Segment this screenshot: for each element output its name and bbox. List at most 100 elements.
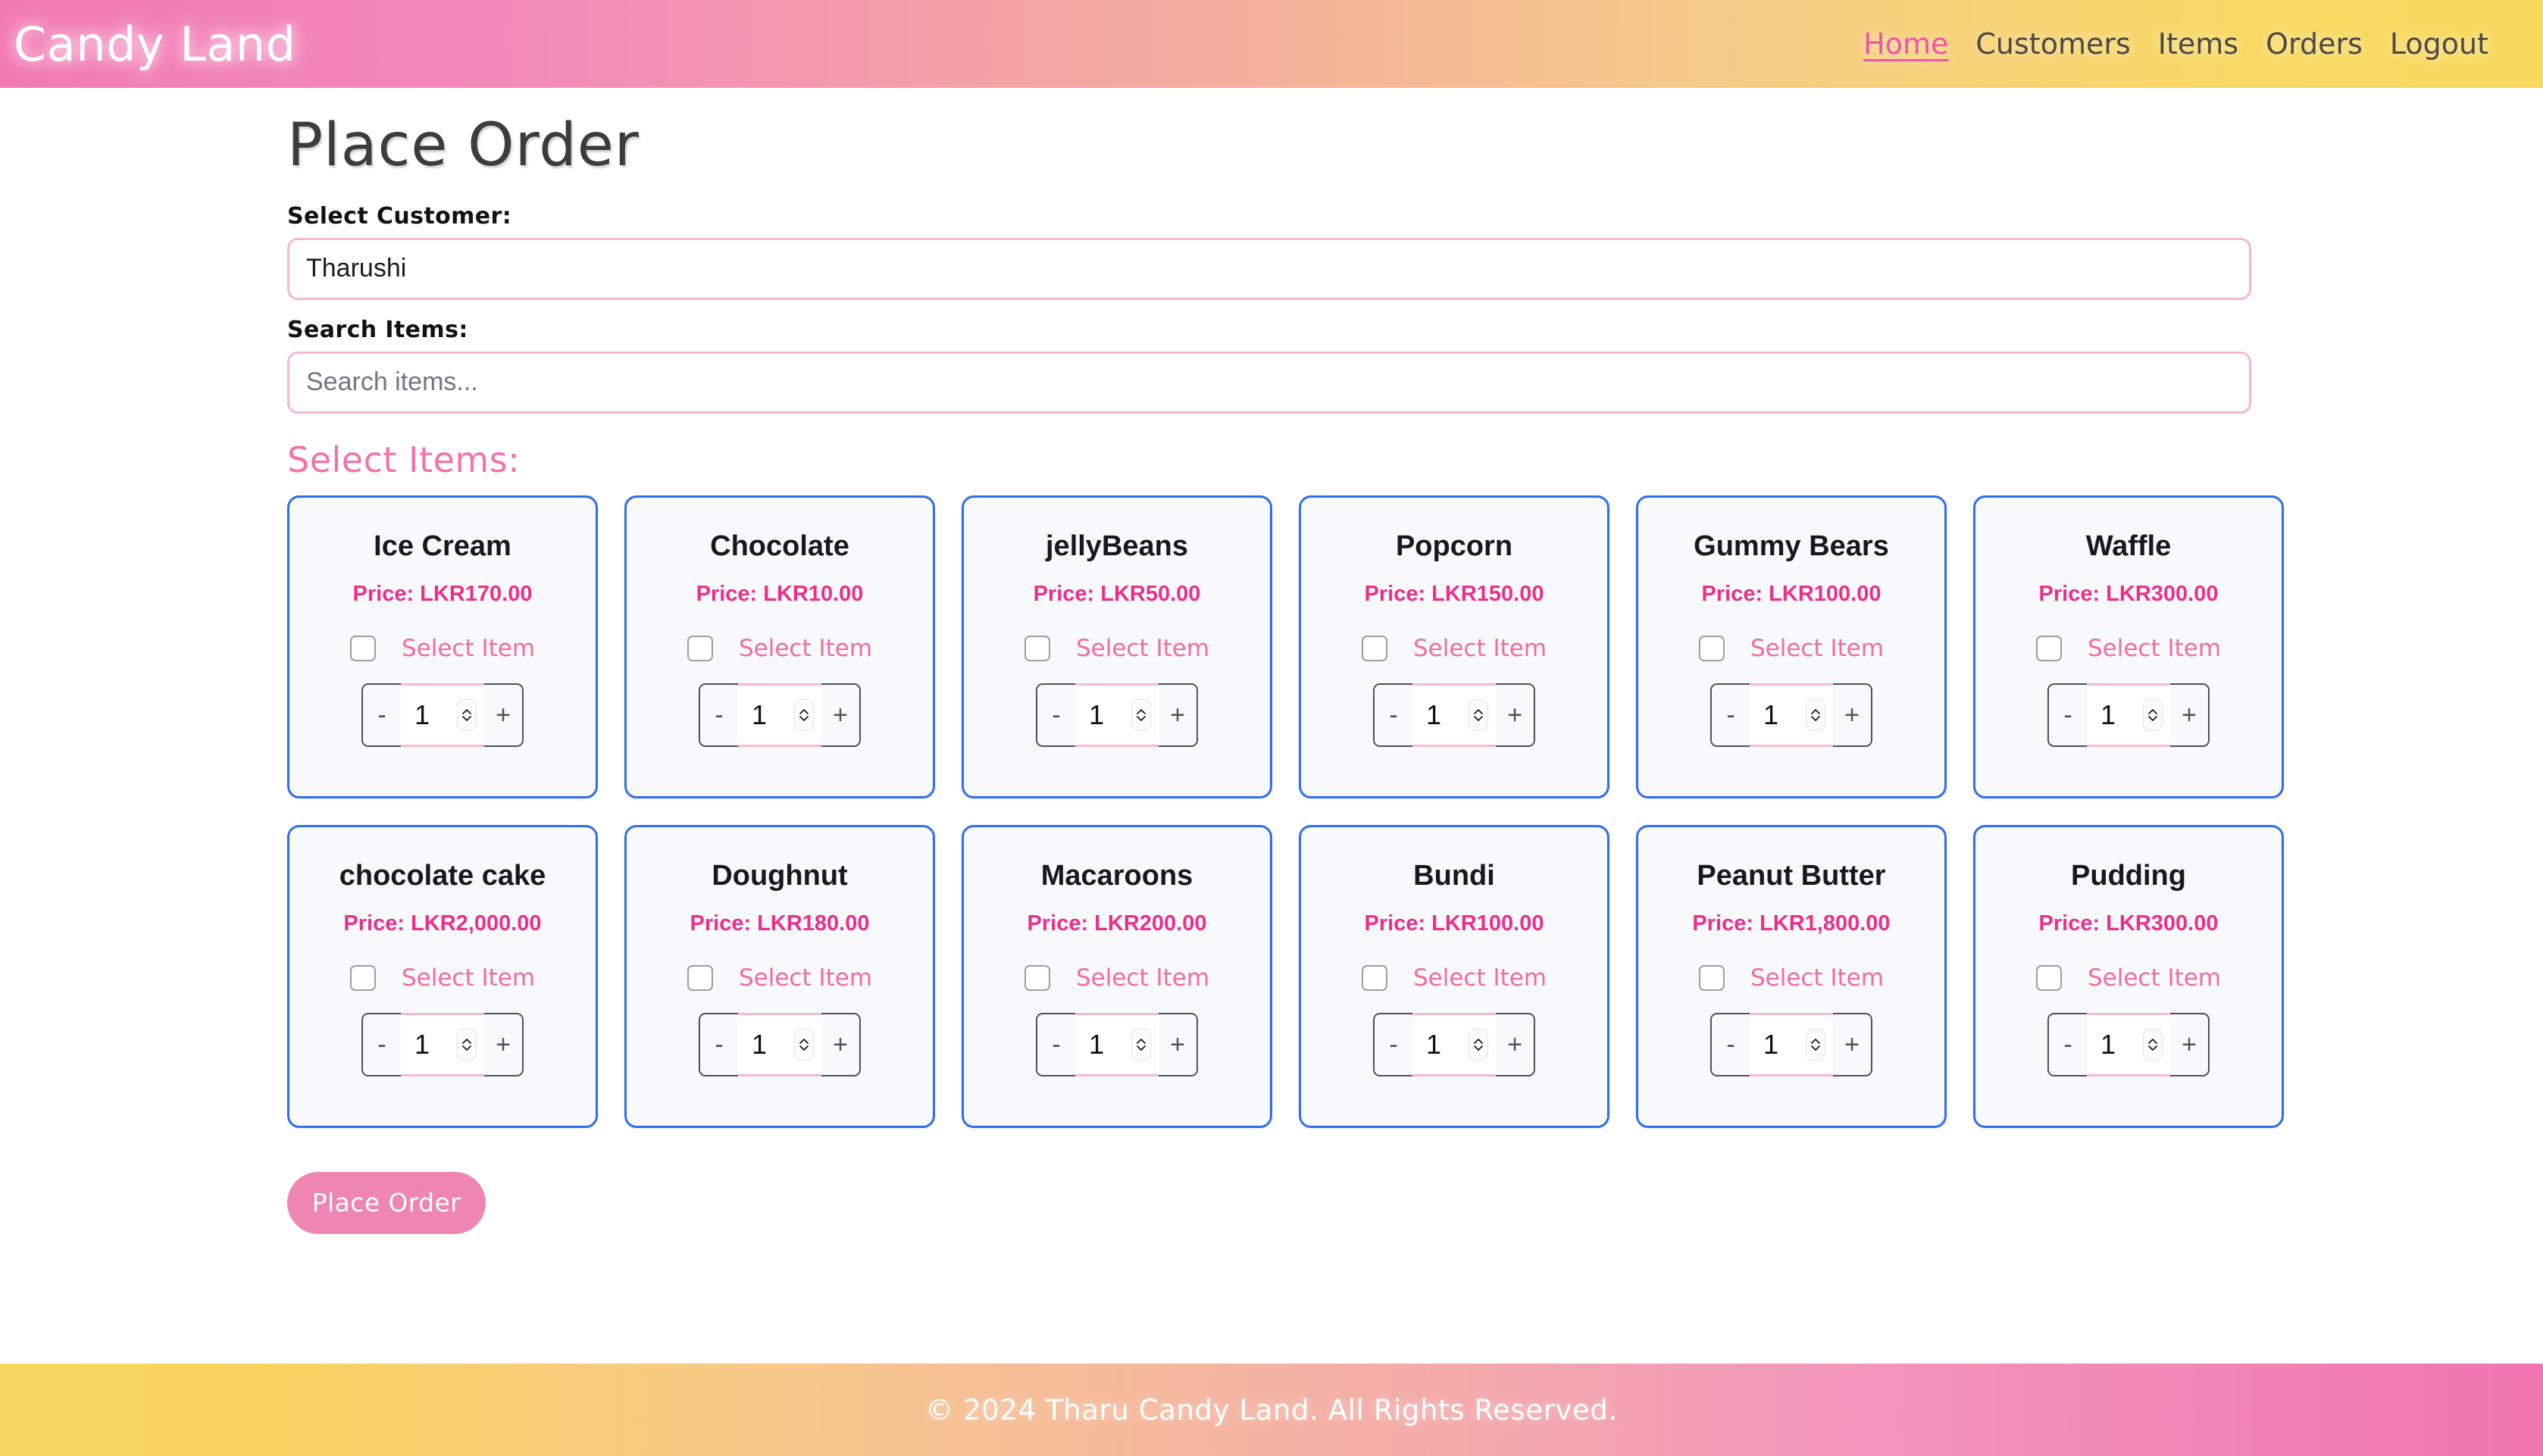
quantity-increment-button[interactable]: +: [821, 683, 861, 747]
quantity-input[interactable]: 1: [1412, 1012, 1496, 1076]
select-item-checkbox[interactable]: [687, 964, 713, 991]
quantity-input[interactable]: 1: [1412, 683, 1496, 747]
quantity-decrement-button[interactable]: -: [361, 1012, 401, 1076]
brand-logo[interactable]: Candy Land: [14, 17, 296, 72]
number-spinner-icon[interactable]: [1469, 1028, 1488, 1061]
quantity-decrement-button[interactable]: -: [1710, 1012, 1750, 1076]
select-item-checkbox[interactable]: [349, 635, 376, 661]
number-spinner-icon[interactable]: [1806, 698, 1825, 731]
nav-link-logout[interactable]: Logout: [2390, 27, 2488, 61]
quantity-stepper: -1 +: [1710, 1012, 1872, 1076]
quantity-decrement-button[interactable]: -: [1036, 1012, 1075, 1076]
quantity-increment-button[interactable]: +: [1159, 1012, 1198, 1076]
quantity-stepper: -1 +: [1036, 683, 1198, 747]
quantity-input[interactable]: 1: [2087, 1012, 2170, 1076]
quantity-decrement-button[interactable]: -: [699, 1012, 738, 1076]
quantity-decrement-button[interactable]: -: [1036, 683, 1075, 747]
number-spinner-icon[interactable]: [1469, 698, 1488, 731]
item-select-row: Select Item: [1361, 964, 1547, 992]
number-spinner-icon[interactable]: [1806, 1028, 1825, 1061]
quantity-increment-button[interactable]: +: [821, 1012, 861, 1076]
select-item-label: Select Item: [1075, 634, 1210, 662]
quantity-increment-button[interactable]: +: [1496, 1012, 1535, 1076]
nav-link-items[interactable]: Items: [2158, 27, 2238, 61]
nav-link-customers[interactable]: Customers: [1975, 27, 2130, 61]
nav-links: Home Customers Items Orders Logout: [1863, 27, 2496, 61]
quantity-increment-button[interactable]: +: [1159, 683, 1198, 747]
select-item-checkbox[interactable]: [1024, 964, 1050, 991]
number-spinner-icon[interactable]: [1131, 1028, 1151, 1061]
quantity-value: 1: [1763, 698, 1779, 730]
quantity-input[interactable]: 1: [738, 1012, 821, 1076]
select-item-label: Select Item: [1750, 634, 1885, 662]
quantity-decrement-button[interactable]: -: [1710, 683, 1750, 747]
select-item-checkbox[interactable]: [1698, 964, 1725, 991]
quantity-value: 1: [752, 698, 768, 730]
quantity-input[interactable]: 1: [1075, 683, 1159, 747]
select-items-heading: Select Items:: [287, 439, 521, 480]
item-price: Price: LKR300.00: [2038, 911, 2219, 936]
number-spinner-icon[interactable]: [794, 698, 814, 731]
search-input[interactable]: Search items...: [287, 351, 2251, 414]
quantity-input[interactable]: 1: [1750, 683, 1833, 747]
number-spinner-icon[interactable]: [1131, 698, 1151, 731]
select-item-label: Select Item: [1412, 634, 1547, 662]
select-item-label: Select Item: [2087, 964, 2222, 992]
item-name: Popcorn: [1395, 530, 1513, 562]
number-spinner-icon[interactable]: [457, 1028, 477, 1061]
select-item-checkbox[interactable]: [687, 635, 713, 661]
number-spinner-icon[interactable]: [2143, 1028, 2163, 1061]
quantity-value: 1: [1089, 698, 1105, 730]
item-price: Price: LKR100.00: [1701, 581, 1881, 606]
item-price: Price: LKR150.00: [1364, 581, 1544, 606]
number-spinner-icon[interactable]: [457, 698, 477, 731]
quantity-decrement-button[interactable]: -: [361, 683, 401, 747]
item-name: Gummy Bears: [1694, 530, 1889, 562]
quantity-value: 1: [1426, 698, 1442, 730]
quantity-increment-button[interactable]: +: [1833, 683, 1872, 747]
quantity-input[interactable]: 1: [1750, 1012, 1833, 1076]
select-item-checkbox[interactable]: [2035, 635, 2062, 661]
item-select-row: Select Item: [1698, 964, 1884, 992]
quantity-input[interactable]: 1: [738, 683, 821, 747]
quantity-increment-button[interactable]: +: [1833, 1012, 1872, 1076]
item-price: Price: LKR100.00: [1364, 911, 1544, 936]
item-select-row: Select Item: [687, 964, 872, 992]
customer-select-label: Select Customer:: [287, 202, 512, 230]
quantity-increment-button[interactable]: +: [484, 1012, 524, 1076]
place-order-button[interactable]: Place Order: [287, 1171, 486, 1234]
quantity-increment-button[interactable]: +: [2170, 683, 2210, 747]
quantity-decrement-button[interactable]: -: [699, 683, 738, 747]
quantity-value: 1: [752, 1028, 768, 1060]
page-title: Place Order: [287, 111, 640, 180]
item-name: Bundi: [1413, 859, 1495, 892]
select-item-checkbox[interactable]: [1361, 964, 1387, 991]
item-name: Pudding: [2071, 859, 2186, 892]
quantity-increment-button[interactable]: +: [2170, 1012, 2210, 1076]
number-spinner-icon[interactable]: [2143, 698, 2163, 731]
item-name: Chocolate: [710, 530, 849, 562]
order-form-container: Place Order Select Customer: Tharushi Se…: [287, 111, 2284, 1234]
select-item-checkbox[interactable]: [1024, 635, 1050, 661]
item-card: Waffle Price: LKR300.00 Select Item -1 +: [1973, 495, 2284, 798]
quantity-decrement-button[interactable]: -: [1373, 1012, 1412, 1076]
select-item-checkbox[interactable]: [1698, 635, 1725, 661]
nav-link-home[interactable]: Home: [1863, 27, 1948, 61]
quantity-decrement-button[interactable]: -: [2047, 683, 2087, 747]
quantity-input[interactable]: 1: [2087, 683, 2170, 747]
quantity-input[interactable]: 1: [401, 1012, 484, 1076]
select-item-checkbox[interactable]: [1361, 635, 1387, 661]
quantity-decrement-button[interactable]: -: [1373, 683, 1412, 747]
quantity-decrement-button[interactable]: -: [2047, 1012, 2087, 1076]
select-item-checkbox[interactable]: [349, 964, 376, 991]
select-item-label: Select Item: [738, 634, 873, 662]
number-spinner-icon[interactable]: [794, 1028, 814, 1061]
quantity-input[interactable]: 1: [401, 683, 484, 747]
customer-select[interactable]: Tharushi: [287, 237, 2251, 300]
select-item-checkbox[interactable]: [2035, 964, 2062, 991]
quantity-input[interactable]: 1: [1075, 1012, 1159, 1076]
quantity-increment-button[interactable]: +: [1496, 683, 1535, 747]
nav-link-orders[interactable]: Orders: [2266, 27, 2363, 61]
select-item-label: Select Item: [401, 634, 536, 662]
quantity-increment-button[interactable]: +: [484, 683, 524, 747]
